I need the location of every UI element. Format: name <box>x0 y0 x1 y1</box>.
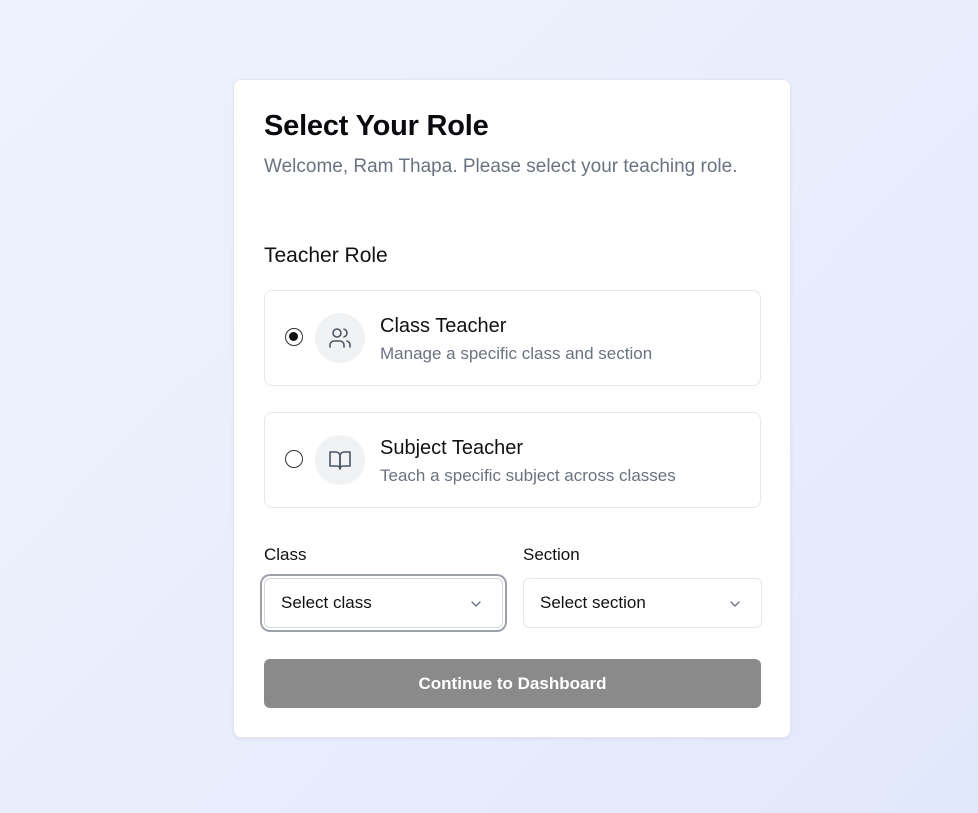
continue-to-dashboard-button[interactable]: Continue to Dashboard <box>264 659 761 708</box>
section-field-label: Section <box>523 545 580 564</box>
class-select[interactable]: Select class <box>264 578 503 628</box>
users-icon <box>315 313 365 363</box>
class-select-placeholder: Select class <box>281 593 372 612</box>
role-option-subject-teacher[interactable]: Subject Teacher Teach a specific subject… <box>264 412 761 508</box>
section-select-placeholder: Select section <box>540 593 646 612</box>
chevron-down-icon <box>730 601 740 607</box>
class-teacher-radio[interactable] <box>285 328 303 346</box>
subject-teacher-radio[interactable] <box>285 450 303 468</box>
role-option-class-teacher[interactable]: Class Teacher Manage a specific class an… <box>264 290 761 386</box>
book-open-icon <box>315 435 365 485</box>
subject-teacher-title: Subject Teacher <box>380 437 524 459</box>
chevron-down-icon <box>471 601 481 607</box>
radio-selected-dot <box>289 332 298 341</box>
teacher-role-label: Teacher Role <box>264 244 388 267</box>
section-select[interactable]: Select section <box>523 578 762 628</box>
class-field-label: Class <box>264 545 307 564</box>
page-title: Select Your Role <box>264 110 489 142</box>
subject-teacher-description: Teach a specific subject across classes <box>380 466 676 485</box>
class-teacher-title: Class Teacher <box>380 315 507 337</box>
class-teacher-description: Manage a specific class and section <box>380 344 653 363</box>
role-selection-card: Select Your Role Welcome, Ram Thapa. Ple… <box>233 79 791 738</box>
page-subtitle: Welcome, Ram Thapa. Please select your t… <box>264 156 738 177</box>
